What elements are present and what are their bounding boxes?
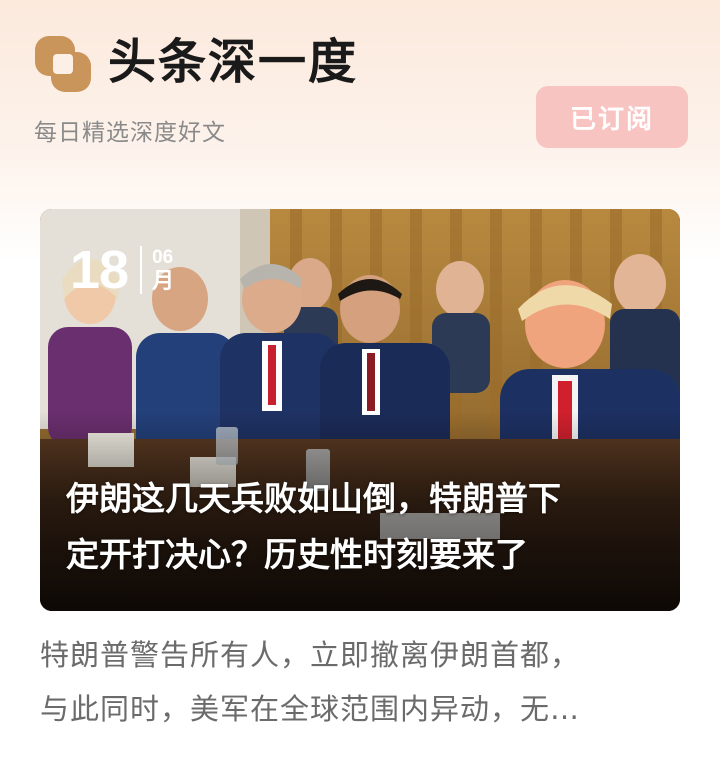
brand-subtitle: 每日精选深度好文 — [34, 120, 226, 146]
article-summary[interactable]: 特朗普警告所有人，立即撤离伊朗首都， 与此同时，美军在全球范围内异动，无… — [40, 628, 680, 736]
article-summary-line: 与此同时，美军在全球范围内异动，无… — [40, 692, 581, 726]
subscribed-button[interactable]: 已订阅 — [536, 86, 688, 148]
date-month: 06 月 — [152, 246, 174, 294]
article-title-line: 定开打决心？历史性时刻要来了 — [66, 535, 528, 574]
article-title[interactable]: 伊朗这几天兵败如山倒，特朗普下 定开打决心？历史性时刻要来了 — [66, 471, 658, 583]
header: 头条深一度 每日精选深度好文 已订阅 — [0, 0, 720, 200]
date-month-number: 06 — [152, 247, 174, 268]
date-divider — [140, 246, 143, 294]
article-summary-line: 特朗普警告所有人，立即撤离伊朗首都， — [40, 638, 581, 672]
article-title-line: 伊朗这几天兵败如山倒，特朗普下 — [66, 479, 561, 518]
brand-title: 头条深一度 — [108, 34, 359, 90]
date-month-unit: 月 — [152, 269, 175, 294]
date-day: 18 — [70, 240, 129, 300]
article-card[interactable]: 18 06 月 伊朗这几天兵败如山倒，特朗普下 定开打决心？历史性时刻要来了 — [40, 209, 680, 611]
date-badge: 18 06 月 — [70, 239, 174, 301]
logo-icon — [35, 36, 91, 92]
